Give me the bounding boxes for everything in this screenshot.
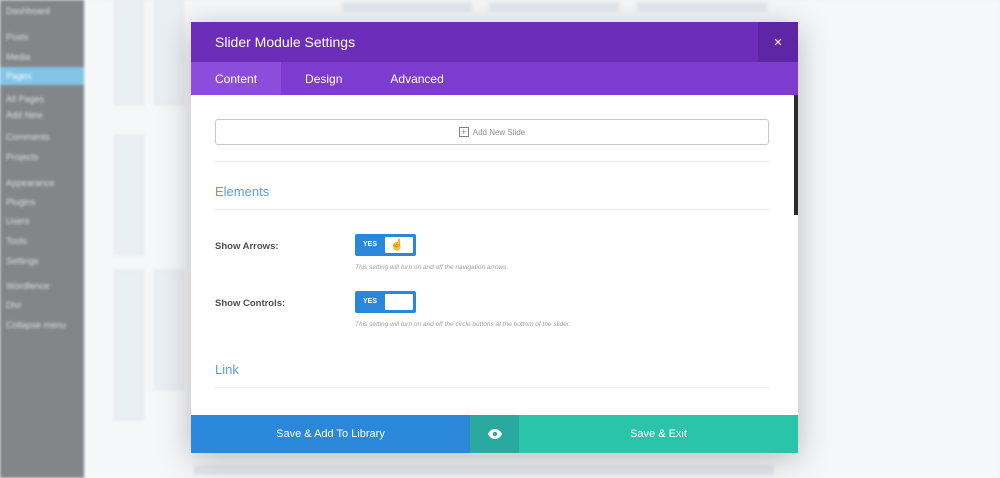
modal-header: Slider Module Settings ×: [191, 22, 798, 62]
toggle-knob: [385, 294, 413, 310]
show-arrows-control: YES ☝ This setting will turn on and off …: [355, 234, 770, 271]
modal-footer: Save & Add To Library Save & Exit: [191, 415, 798, 453]
eye-icon: [487, 429, 502, 439]
show-controls-description: This setting will turn on and off the ci…: [355, 321, 571, 328]
show-controls-label: Show Controls:: [215, 298, 286, 309]
show-arrows-row: Show Arrows: YES ☝ This setting will tur…: [215, 234, 770, 271]
show-arrows-label: Show Arrows:: [215, 241, 279, 252]
show-controls-row: Show Controls: YES This setting will tur…: [215, 291, 770, 328]
tab-advanced[interactable]: Advanced: [366, 62, 467, 95]
add-new-slide-button[interactable]: + Add New Slide: [215, 119, 769, 145]
close-button[interactable]: ×: [758, 22, 798, 62]
section-title-elements[interactable]: Elements: [215, 184, 770, 199]
settings-tabs: Content Design Advanced: [191, 62, 798, 95]
hand-cursor-icon: ☝: [390, 239, 404, 251]
toggle-state: YES: [363, 298, 378, 305]
toggle-state: YES: [363, 241, 378, 248]
save-exit-button[interactable]: Save & Exit: [519, 415, 798, 453]
modal-title: Slider Module Settings: [215, 34, 356, 50]
save-add-to-library-button[interactable]: Save & Add To Library: [191, 415, 470, 453]
scrollbar[interactable]: [794, 95, 798, 215]
preview-button[interactable]: [470, 415, 519, 453]
modal-body[interactable]: + Add New Slide Elements Show Arrows: YE…: [191, 95, 798, 415]
show-controls-control: YES This setting will turn on and off th…: [355, 291, 770, 328]
divider: [215, 161, 769, 162]
show-arrows-toggle[interactable]: YES ☝: [355, 234, 416, 256]
slider-settings-modal: Slider Module Settings × Content Design …: [191, 22, 798, 453]
show-arrows-description: This setting will turn on and off the na…: [355, 264, 509, 271]
plus-icon: +: [458, 127, 469, 137]
tab-design[interactable]: Design: [281, 62, 366, 95]
add-slide-label: Add New Slide: [472, 127, 526, 137]
tab-content[interactable]: Content: [191, 62, 282, 95]
divider: [215, 387, 769, 388]
close-icon: ×: [773, 33, 783, 51]
show-controls-toggle[interactable]: YES: [355, 291, 416, 313]
section-title-link[interactable]: Link: [215, 362, 770, 377]
divider: [215, 209, 769, 210]
